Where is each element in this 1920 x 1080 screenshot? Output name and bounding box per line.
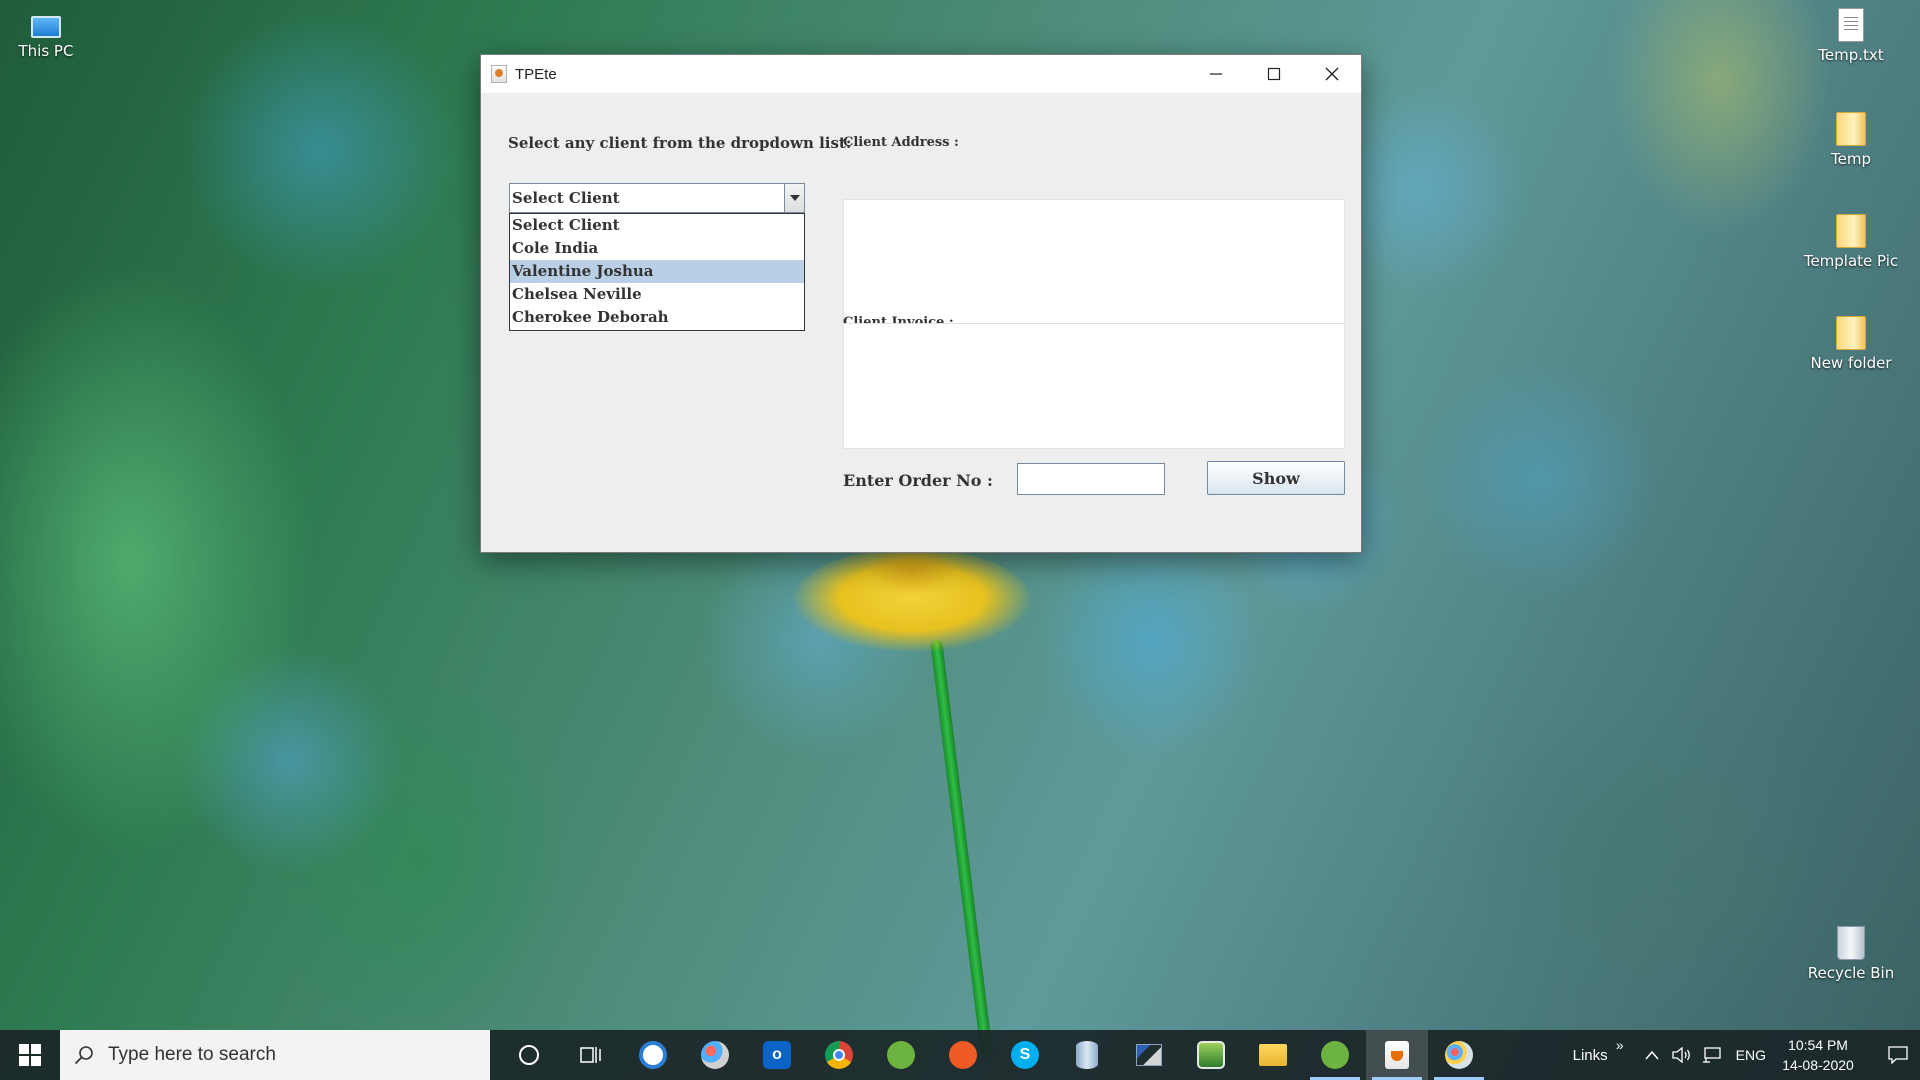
maximize-button[interactable] — [1245, 55, 1303, 93]
recycle-bin-icon — [1837, 926, 1865, 960]
desktop-icon-temp-txt[interactable]: Temp.txt — [1801, 8, 1901, 64]
desktop-icon-temp[interactable]: Temp — [1801, 112, 1901, 168]
chevron-down-icon — [789, 195, 800, 201]
chrome-icon — [825, 1041, 853, 1069]
search-icon — [74, 1046, 93, 1065]
java-app-icon — [491, 65, 507, 83]
wallpaper-flower-stem — [930, 639, 994, 1058]
dropdown-option-chelsea-neville[interactable]: Chelsea Neville — [510, 283, 804, 306]
paint-icon — [701, 1041, 729, 1069]
network-icon — [1136, 1044, 1162, 1066]
ccleaner-icon — [639, 1041, 667, 1069]
desktop-icon-label: New folder — [1810, 354, 1892, 372]
spring-leaf-icon — [1321, 1041, 1349, 1069]
desktop-icon-label: Temp — [1831, 150, 1871, 168]
taskbar-task-view[interactable] — [560, 1030, 622, 1080]
taskbar-cortana[interactable] — [498, 1030, 560, 1080]
window-title: TPEte — [515, 65, 557, 83]
outlook-icon: o — [763, 1041, 791, 1069]
cortana-icon — [519, 1045, 539, 1065]
dropdown-option-cole-india[interactable]: Cole India — [510, 237, 804, 260]
client-address-label: Client Address : — [843, 135, 959, 150]
links-toolbar[interactable]: Links — [1573, 1037, 1624, 1064]
app-window: TPEte Select any client from the dropdow… — [480, 54, 1362, 553]
taskbar: Type here to search o S Links » ENG 10:5… — [0, 1030, 1920, 1080]
start-button[interactable] — [0, 1030, 60, 1080]
java-cup-icon — [1385, 1041, 1409, 1069]
show-hidden-icons-button[interactable] — [1638, 1050, 1666, 1060]
database-icon — [1076, 1041, 1098, 1069]
taskbar-ccleaner[interactable] — [622, 1030, 684, 1080]
spring-leaf-icon — [887, 1041, 915, 1069]
desktop-icon-label: Recycle Bin — [1807, 964, 1895, 982]
dropdown-option-select-client[interactable]: Select Client — [510, 214, 804, 237]
clock-time: 10:54 PM — [1788, 1037, 1848, 1053]
task-view-icon — [580, 1047, 601, 1063]
combo-arrow-button[interactable] — [784, 184, 804, 212]
taskbar-spring-tool[interactable] — [870, 1030, 932, 1080]
notification-icon — [1888, 1046, 1908, 1064]
close-button[interactable] — [1303, 55, 1361, 93]
taskbar-file-explorer[interactable] — [1242, 1030, 1304, 1080]
order-number-input[interactable] — [1017, 463, 1165, 495]
combo-selected-value: Select Client — [512, 189, 620, 207]
photo-viewer-icon — [1197, 1041, 1225, 1069]
minimize-icon — [1210, 73, 1222, 75]
title-bar[interactable]: TPEte — [481, 55, 1361, 93]
action-center-button[interactable] — [1876, 1046, 1920, 1064]
folder-icon — [1836, 112, 1866, 146]
dropdown-option-valentine-joshua[interactable]: Valentine Joshua — [510, 260, 804, 283]
this-pc-icon — [31, 16, 61, 38]
taskbar-paint[interactable] — [684, 1030, 746, 1080]
taskbar-search-box[interactable]: Type here to search — [60, 1030, 490, 1080]
taskbar-database[interactable] — [1056, 1030, 1118, 1080]
client-dropdown-list: Select Client Cole India Valentine Joshu… — [509, 213, 805, 331]
chevron-up-icon — [1645, 1050, 1659, 1060]
desktop-icon-recycle-bin[interactable]: Recycle Bin — [1801, 926, 1901, 982]
desktop-icon-label: This PC — [18, 42, 74, 60]
folder-icon — [1836, 316, 1866, 350]
taskbar-postman[interactable] — [932, 1030, 994, 1080]
client-invoice-textarea[interactable] — [843, 323, 1345, 449]
dropdown-option-cherokee-deborah[interactable]: Cherokee Deborah — [510, 306, 804, 329]
show-button[interactable]: Show — [1207, 461, 1345, 495]
desktop-icon-this-pc[interactable]: This PC — [0, 10, 96, 60]
taskbar-paint-2[interactable] — [1428, 1030, 1490, 1080]
taskbar-outlook[interactable]: o — [746, 1030, 808, 1080]
volume-button[interactable] — [1668, 1047, 1696, 1063]
taskbar-skype[interactable]: S — [994, 1030, 1056, 1080]
taskbar-java-app[interactable] — [1366, 1030, 1428, 1080]
taskbar-photo-viewer[interactable] — [1180, 1030, 1242, 1080]
close-icon — [1325, 67, 1339, 81]
window-content: Select any client from the dropdown list… — [481, 93, 1361, 552]
network-monitor-icon — [1702, 1047, 1721, 1063]
desktop-icon-label: Template Pic — [1803, 252, 1899, 270]
desktop-icon-template-pic[interactable]: Template Pic — [1801, 214, 1901, 270]
input-language[interactable]: ENG — [1736, 1047, 1766, 1063]
speaker-icon — [1672, 1047, 1690, 1063]
taskbar-spring-tool-2[interactable] — [1304, 1030, 1366, 1080]
network-button[interactable] — [1698, 1047, 1726, 1063]
clock[interactable]: 10:54 PM 14-08-2020 — [1778, 1035, 1858, 1075]
folder-icon — [1836, 214, 1866, 248]
desktop-icon-new-folder[interactable]: New folder — [1801, 316, 1901, 372]
system-tray: Links ENG 10:54 PM 14-08-2020 — [1573, 1030, 1920, 1080]
text-file-icon — [1838, 8, 1864, 42]
taskbar-chrome[interactable] — [808, 1030, 870, 1080]
search-placeholder: Type here to search — [108, 1044, 276, 1065]
select-client-label: Select any client from the dropdown list… — [508, 134, 852, 152]
wallpaper-flower-head — [792, 548, 1032, 658]
windows-logo-icon — [19, 1044, 41, 1066]
postman-icon — [949, 1041, 977, 1069]
minimize-button[interactable] — [1187, 55, 1245, 93]
skype-icon: S — [1011, 1041, 1039, 1069]
client-combo-box[interactable]: Select Client — [509, 183, 805, 213]
taskbar-network-tool[interactable] — [1118, 1030, 1180, 1080]
clock-date: 14-08-2020 — [1782, 1057, 1854, 1073]
folder-icon — [1259, 1044, 1287, 1066]
maximize-icon — [1267, 67, 1281, 81]
order-number-label: Enter Order No : — [843, 471, 993, 490]
paint-palette-icon — [1445, 1041, 1473, 1069]
desktop-icon-label: Temp.txt — [1818, 46, 1884, 64]
